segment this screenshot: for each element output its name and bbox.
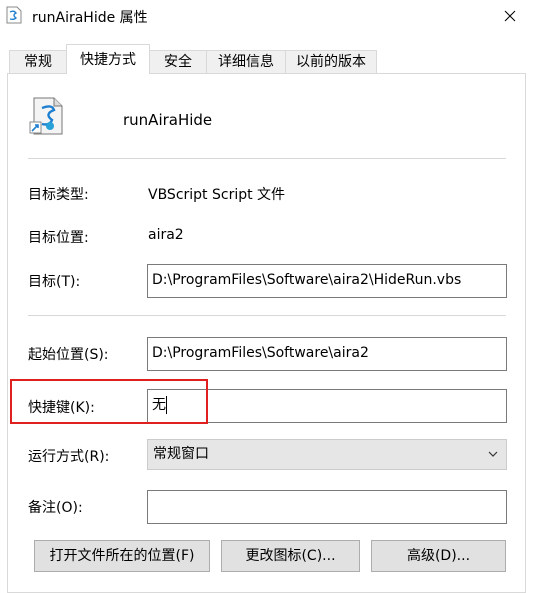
close-button[interactable] xyxy=(487,0,533,32)
tab-security[interactable]: 安全 xyxy=(149,50,207,74)
change-icon-button[interactable]: 更改图标(C)... xyxy=(221,540,360,572)
close-icon xyxy=(504,10,516,22)
target-label: 目标(T): xyxy=(28,274,81,290)
target-input[interactable]: D:\ProgramFiles\Software\aira2\HideRun.v… xyxy=(147,264,507,298)
target-location-value: aira2 xyxy=(148,227,184,243)
script-file-icon xyxy=(6,6,22,24)
target-type-value: VBScript Script 文件 xyxy=(148,187,286,203)
divider xyxy=(28,315,506,316)
vbscript-shortcut-icon xyxy=(29,97,63,135)
tab-previous-versions[interactable]: 以前的版本 xyxy=(285,50,377,74)
comment-input[interactable] xyxy=(147,490,507,524)
target-location-label: 目标位置: xyxy=(28,230,89,246)
window-title: runAiraHide 属性 xyxy=(32,10,148,26)
run-mode-value: 常规窗口 xyxy=(153,446,209,462)
advanced-button[interactable]: 高级(D)... xyxy=(371,540,506,572)
tab-bar: 常规 快捷方式 安全 详细信息 以前的版本 xyxy=(0,44,533,74)
tab-general[interactable]: 常规 xyxy=(9,50,67,74)
target-type-label: 目标类型: xyxy=(28,187,89,203)
open-file-location-button[interactable]: 打开文件所在的位置(F) xyxy=(34,540,210,572)
run-mode-select[interactable]: 常规窗口 xyxy=(147,439,507,470)
tab-shortcut[interactable]: 快捷方式 xyxy=(66,44,150,74)
start-in-input[interactable]: D:\ProgramFiles\Software\aira2 xyxy=(147,337,507,371)
divider xyxy=(28,158,506,159)
title-bar: runAiraHide 属性 xyxy=(0,0,533,34)
run-label: 运行方式(R): xyxy=(28,449,110,465)
start-in-label: 起始位置(S): xyxy=(28,347,109,363)
highlight-box xyxy=(10,379,208,424)
comment-label: 备注(O): xyxy=(28,500,83,516)
tab-details[interactable]: 详细信息 xyxy=(206,50,286,74)
shortcut-name: runAiraHide xyxy=(123,111,213,129)
chevron-down-icon xyxy=(488,451,498,457)
